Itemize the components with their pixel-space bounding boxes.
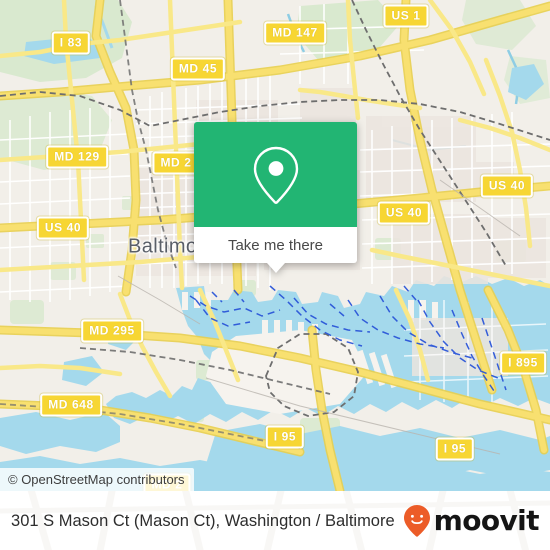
highway-shield[interactable]: US 40 [377,201,431,225]
highway-shield[interactable]: MD 129 [46,145,108,169]
highway-shield[interactable]: I 83 [51,31,91,55]
highway-shield[interactable]: I 895 [500,351,546,375]
footer-content: 301 S Mason Ct (Mason Ct), Washington / … [0,491,550,550]
highway-shield[interactable]: MD 45 [170,57,226,81]
highway-shield[interactable]: US 40 [480,174,534,198]
location-address-label: 301 S Mason Ct (Mason Ct), Washington / … [11,511,395,530]
highway-shield[interactable]: US 40 [36,216,90,240]
take-me-there-button[interactable]: Take me there [194,227,357,263]
osm-attribution[interactable]: © OpenStreetMap contributors [0,468,194,491]
highway-shield[interactable]: MD 2 [152,151,200,175]
moovit-wordmark: moovit [433,503,540,537]
highway-shield[interactable]: I 95 [435,437,475,461]
take-me-there-label: Take me there [227,236,324,254]
highway-shield[interactable]: US 1 [383,4,429,28]
map-canvas[interactable]: Baltimore I 83 MD 45 MD 147 US 1 MD 129 … [0,0,550,491]
moovit-logo[interactable]: moovit [402,503,540,538]
highway-shield[interactable]: MD 147 [264,21,326,45]
moovit-pin-icon [403,504,430,537]
footer-bar: 301 S Mason Ct (Mason Ct), Washington / … [0,491,550,550]
highway-shield[interactable]: MD 295 [81,319,143,343]
location-popup-card[interactable]: Take me there [194,122,357,273]
popup-header [194,122,357,227]
moovit-map-screenshot: Baltimore I 83 MD 45 MD 147 US 1 MD 129 … [0,0,550,550]
location-pin-outline-icon [253,146,298,204]
highway-shield[interactable]: MD 648 [40,393,102,417]
highway-shield[interactable]: I 95 [265,425,305,449]
popup-pointer-tail [267,263,285,273]
